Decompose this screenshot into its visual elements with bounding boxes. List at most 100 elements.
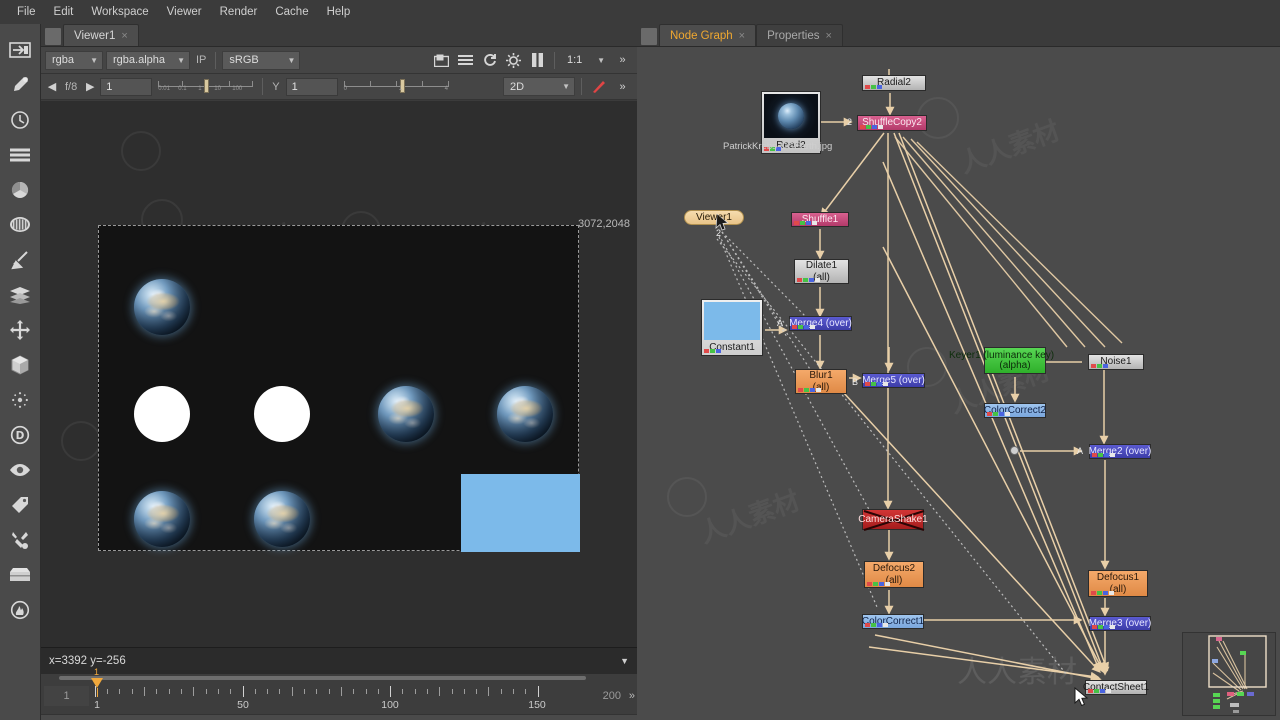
chevron-down-icon: ▼	[90, 55, 98, 65]
time-nodes-icon[interactable]	[3, 102, 37, 137]
node-graph-canvas[interactable]: 人人素材 人人素材 人人素材 人人素材 Read2 PatrickKrebs-C…	[637, 47, 1280, 720]
image-nodes-icon[interactable]	[3, 32, 37, 67]
viewer-image-area[interactable]	[98, 225, 580, 552]
node-merge5[interactable]: Merge5 (over)	[862, 373, 925, 388]
deep-nodes-icon[interactable]: D	[3, 417, 37, 452]
node-shufflecopy2[interactable]: ShuffleCopy2	[857, 115, 927, 131]
timeline-ruler[interactable]: 1 50 100 150 1	[91, 667, 590, 714]
timeline-expand-icon[interactable]: »	[629, 690, 635, 702]
3d-nodes-icon[interactable]	[3, 347, 37, 382]
node-contactsheet1[interactable]: ContactSheet1	[1083, 680, 1149, 695]
channel-select[interactable]: rgba.alpha ▼	[106, 50, 190, 70]
node-viewer1[interactable]: Viewer1	[684, 210, 744, 225]
node-defocus1[interactable]: Defocus1 (all)	[1088, 570, 1148, 597]
node-radial2[interactable]: Radial2	[862, 75, 926, 91]
node-merge2-chips	[1092, 453, 1115, 457]
gain-input[interactable]: 1	[100, 77, 153, 96]
viewer-canvas[interactable]: 人人素材 人人素材 人人素材 人人素材 3072,2048	[41, 101, 637, 647]
menu-viewer[interactable]: Viewer	[158, 3, 211, 21]
gamma-input[interactable]: 1	[285, 77, 338, 96]
menu-help[interactable]: Help	[318, 3, 360, 21]
view-mode-value: 2D	[510, 80, 525, 93]
panel-grip-icon[interactable]	[45, 28, 61, 45]
edge-label-merge4-a: A	[777, 318, 784, 328]
menu-render[interactable]: Render	[211, 3, 267, 21]
proxy-icon[interactable]	[503, 50, 524, 70]
node-merge4[interactable]: Merge4 (over)	[789, 316, 852, 331]
nodegraph-minimap[interactable]	[1182, 632, 1276, 716]
node-keyer1[interactable]: Keyer1 (luminance key) (alpha)	[949, 347, 1054, 374]
zoom-level-value: 1:1	[567, 54, 583, 66]
expand-toolbar-icon[interactable]: »	[612, 50, 633, 70]
channel-nodes-icon[interactable]	[3, 137, 37, 172]
colorspace-select[interactable]: sRGB ▼	[222, 50, 301, 70]
node-blur1-chips	[798, 388, 821, 392]
roi-icon[interactable]	[431, 50, 452, 70]
gain-prev-icon[interactable]: ◀	[45, 77, 59, 97]
color-nodes-icon[interactable]	[3, 172, 37, 207]
node-defocus2[interactable]: Defocus2 (all)	[864, 561, 924, 588]
expand-toolbar2-icon[interactable]: »	[612, 77, 633, 97]
menu-cache[interactable]: Cache	[266, 3, 317, 21]
node-colorcorrect1[interactable]: ColorCorrect1	[862, 614, 924, 629]
timeline-panel: 1 1 50 100 150 1 200 »	[41, 667, 637, 720]
timeline-playhead[interactable]: 1	[91, 667, 104, 697]
draw-nodes-icon[interactable]	[3, 67, 37, 102]
zoom-select[interactable]: 1:1 ▼	[561, 51, 609, 70]
node-defocus2-chips	[867, 582, 890, 586]
node-blur1[interactable]: Blur1 (all)	[795, 369, 847, 394]
node-merge3[interactable]: Merge3 (over)	[1089, 616, 1151, 631]
statusbar-caret-icon[interactable]: ▼	[620, 656, 629, 666]
menu-file[interactable]: File	[8, 3, 45, 21]
tab-viewer1[interactable]: Viewer1 ×	[63, 24, 139, 46]
node-colorcorrect2[interactable]: ColorCorrect2	[984, 403, 1046, 418]
views-nodes-icon[interactable]	[3, 452, 37, 487]
tab-node-graph[interactable]: Node Graph ×	[659, 24, 757, 46]
other-nodes-icon[interactable]	[3, 522, 37, 557]
overlay-icon[interactable]	[455, 50, 476, 70]
keyer-nodes-icon[interactable]	[3, 242, 37, 277]
tab-properties-label: Properties	[767, 29, 820, 42]
gain-slider[interactable]: 0.01 0.1 1 10 100	[158, 79, 254, 94]
tab-viewer1-close-icon[interactable]: ×	[121, 30, 127, 42]
wipe-icon[interactable]	[588, 77, 609, 97]
tab-properties-close-icon[interactable]: ×	[826, 30, 832, 42]
menu-workspace[interactable]: Workspace	[82, 3, 157, 21]
menu-edit[interactable]: Edit	[45, 3, 83, 21]
timeline-scrollbar[interactable]	[59, 676, 586, 680]
gain-tick-3: 10	[214, 86, 221, 92]
particles-nodes-icon[interactable]	[3, 382, 37, 417]
tab-node-graph-close-icon[interactable]: ×	[739, 30, 745, 42]
refresh-icon[interactable]	[479, 50, 500, 70]
view-mode-select[interactable]: 2D ▼	[503, 77, 575, 96]
filter-nodes-icon[interactable]	[3, 207, 37, 242]
node-constant1[interactable]: Constant1	[701, 299, 763, 356]
ip-label[interactable]: IP	[193, 54, 209, 66]
node-noise1[interactable]: Noise1	[1088, 354, 1144, 370]
layer-select[interactable]: rgba ▼	[45, 50, 103, 70]
timeline-ruler-area[interactable]: 1 1 50 100 150 1 200 »	[41, 667, 637, 715]
transform-nodes-icon[interactable]	[3, 312, 37, 347]
gain-next-icon[interactable]: ▶	[83, 77, 97, 97]
panel-grip-icon[interactable]	[641, 28, 657, 45]
node-constant1-chips	[704, 349, 721, 353]
node-merge2[interactable]: Merge2 (over)	[1089, 444, 1151, 459]
pause-icon[interactable]	[527, 50, 548, 70]
svg-text:D: D	[16, 430, 25, 442]
chevron-down-icon: ▼	[597, 55, 605, 65]
tab-properties[interactable]: Properties ×	[756, 24, 843, 46]
nodegraph-tabbar: Node Graph × Properties ×	[637, 24, 1280, 47]
toolsets-icon[interactable]	[3, 557, 37, 592]
node-camerashake1[interactable]: CameraShake1	[858, 509, 928, 531]
viewer-panel: Viewer1 × rgba ▼ rgba.alpha ▼ IP sRGB ▼	[41, 24, 637, 720]
metadata-nodes-icon[interactable]	[3, 487, 37, 522]
node-dilate1[interactable]: Dilate1 (all)	[794, 259, 849, 284]
gamma-slider[interactable]: 0 1 4	[343, 79, 449, 94]
edge-dot-handle-1[interactable]	[1010, 446, 1019, 455]
node-defocus1-chips	[1091, 591, 1114, 595]
node-shuffle1[interactable]: Shuffle1	[791, 212, 849, 227]
node-shuffle1-chips	[794, 221, 817, 225]
node-viewer1-label: Viewer1	[696, 211, 732, 223]
merge-nodes-icon[interactable]	[3, 277, 37, 312]
furnace-nodes-icon[interactable]	[3, 592, 37, 627]
